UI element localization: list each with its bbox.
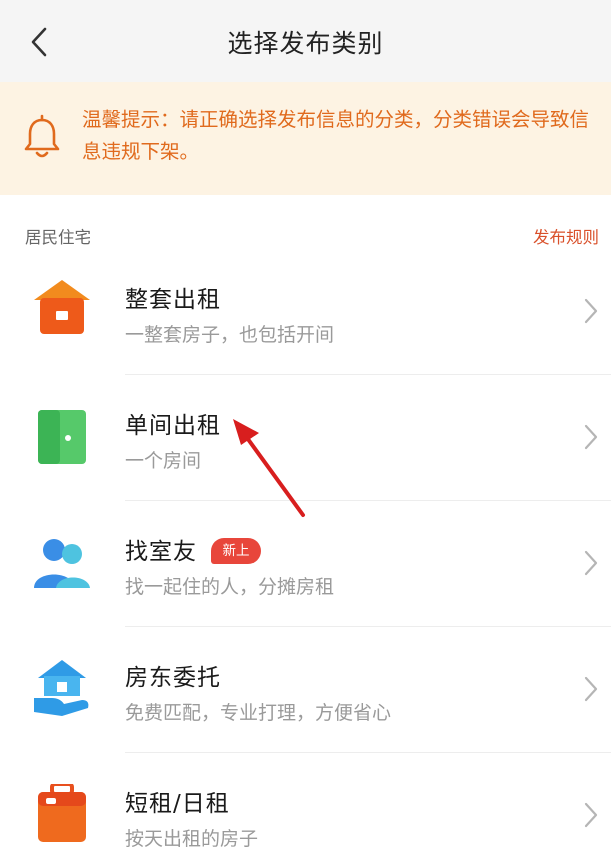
roommates-icon: [34, 539, 90, 588]
category-name: 找室友: [125, 539, 197, 565]
house-icon: [34, 280, 90, 334]
category-desc: 一个房间: [125, 450, 202, 472]
category-name: 整套出租: [125, 287, 221, 313]
bell-icon: [24, 114, 60, 158]
category-name: 单间出租: [125, 413, 221, 439]
publish-rules-link[interactable]: 发布规则: [533, 224, 599, 248]
chevron-right-icon: [584, 676, 598, 702]
category-name: 短租/日租: [125, 791, 230, 817]
landlord-hand-icon: [34, 660, 89, 716]
notice-text: 温馨提示：请正确选择发布信息的分类，分类错误会导致信息违规下架。: [82, 108, 590, 163]
top-bar: 选择发布类别: [0, 0, 611, 82]
category-item-whole-rent[interactable]: 整套出租 一整套房子，也包括开间: [0, 248, 611, 374]
section-label: 居民住宅: [25, 228, 91, 247]
page-title: 选择发布类别: [227, 29, 384, 58]
category-desc: 一整套房子，也包括开间: [125, 324, 335, 346]
chevron-right-icon: [584, 298, 598, 324]
category-item-landlord-entrust[interactable]: 房东委托 免费匹配，专业打理，方便省心: [0, 626, 611, 752]
chevron-right-icon: [584, 550, 598, 576]
category-item-short-term-rent[interactable]: 短租/日租 按天出租的房子: [0, 752, 611, 850]
category-desc: 按天出租的房子: [125, 828, 259, 850]
annotation-arrow-icon: [233, 419, 305, 517]
category-name: 房东委托: [125, 665, 221, 691]
category-desc: 找一起住的人，分摊房租: [125, 576, 335, 598]
category-desc: 免费匹配，专业打理，方便省心: [125, 702, 392, 724]
door-icon: [38, 410, 86, 464]
chevron-right-icon: [584, 802, 598, 828]
new-badge: 新上: [211, 538, 261, 564]
chevron-right-icon: [584, 424, 598, 450]
luggage-icon: [38, 784, 86, 842]
